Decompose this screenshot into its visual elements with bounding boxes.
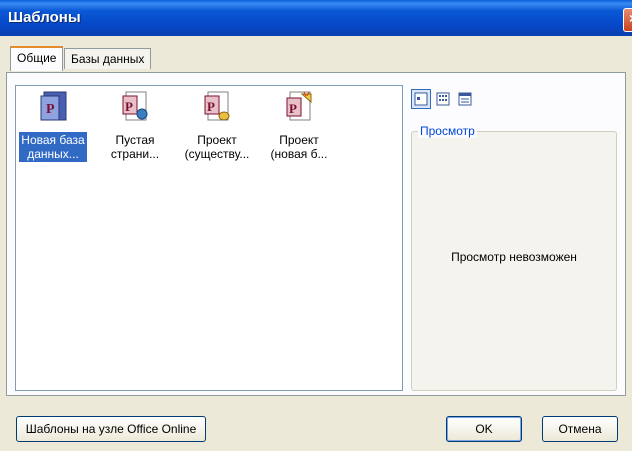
access-project-new-icon: P (286, 91, 312, 121)
preview-legend: Просмотр (418, 124, 477, 138)
title-bar[interactable]: Шаблоны × (0, 0, 632, 36)
template-list[interactable]: P Новая база данных... P Пустая страни..… (15, 85, 403, 391)
tab-databases[interactable]: Базы данных (64, 48, 152, 69)
svg-text:P: P (207, 99, 215, 114)
window-title: Шаблоны (8, 9, 81, 26)
template-item-blank-page[interactable]: P Пустая страни... (100, 90, 170, 162)
templates-dialog: Шаблоны × Общие Базы данных P Новая база… (0, 0, 632, 451)
access-database-icon: P (40, 91, 67, 121)
view-list-button[interactable] (433, 89, 453, 109)
template-item-label: Проект (новая б... (270, 133, 328, 161)
ok-button[interactable]: OK (446, 416, 522, 442)
template-item-project-existing[interactable]: P Проект (существу... (182, 90, 252, 162)
template-item-label: Пустая страни... (110, 133, 160, 161)
template-item-new-database[interactable]: P Новая база данных... (18, 90, 88, 162)
svg-text:P: P (289, 101, 297, 116)
tab-general[interactable]: Общие (10, 46, 64, 71)
svg-text:P: P (46, 102, 55, 117)
template-item-label: Новая база данных... (19, 132, 87, 162)
view-details-button[interactable] (455, 89, 475, 109)
details-view-icon (458, 92, 472, 106)
large-icons-icon (414, 92, 428, 106)
svg-text:P: P (125, 99, 133, 114)
close-button[interactable]: × (623, 8, 632, 32)
cancel-button[interactable]: Отмена (542, 416, 618, 442)
view-large-icons-button[interactable] (411, 89, 431, 109)
preview-message: Просмотр невозможен (451, 250, 577, 264)
access-project-existing-icon: P (204, 91, 230, 121)
tab-panel: P Новая база данных... P Пустая страни..… (6, 72, 626, 396)
access-page-icon: P (122, 91, 148, 121)
template-item-project-new[interactable]: P Проект (новая б... (264, 90, 334, 162)
office-online-templates-button[interactable]: Шаблоны на узле Office Online (16, 416, 206, 442)
template-item-label: Проект (существу... (184, 133, 250, 161)
preview-group: Просмотр Просмотр невозможен (411, 124, 617, 391)
list-view-icon (436, 92, 450, 106)
